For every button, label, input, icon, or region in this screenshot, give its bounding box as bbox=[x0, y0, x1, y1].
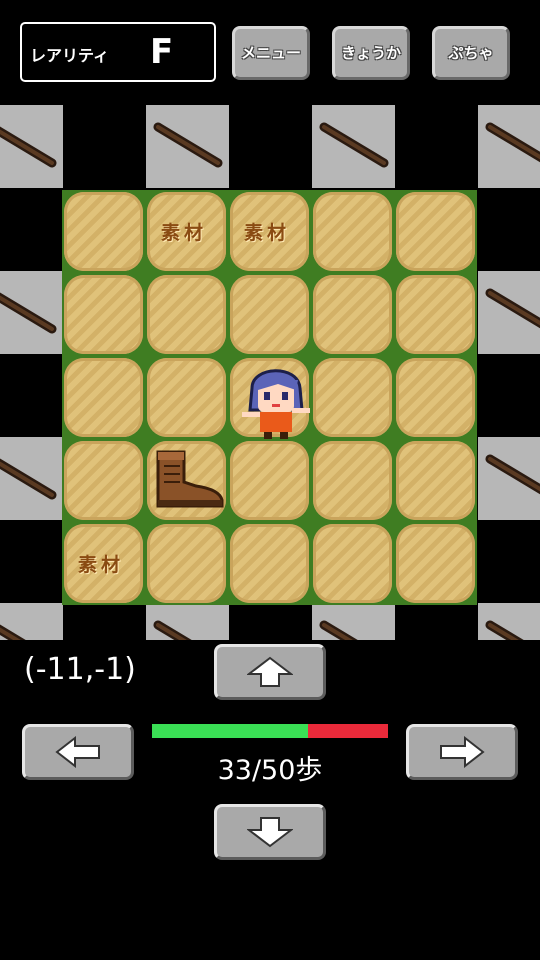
stick-tile bbox=[312, 105, 395, 188]
stick-tile bbox=[0, 437, 63, 520]
stick-tile bbox=[0, 603, 63, 640]
dark-tile bbox=[0, 354, 63, 437]
stick-tile bbox=[0, 105, 63, 188]
rarity-panel: レアリティ F bbox=[20, 22, 216, 82]
steps-bar-fill bbox=[152, 724, 308, 738]
field-tile bbox=[230, 524, 309, 603]
dark-tile bbox=[63, 603, 146, 640]
arrow-up-icon bbox=[247, 656, 293, 687]
field-tile bbox=[147, 524, 226, 603]
field-tile bbox=[313, 192, 392, 271]
move-down-button[interactable] bbox=[214, 804, 326, 860]
field-tile bbox=[396, 275, 475, 354]
dark-tile bbox=[478, 354, 540, 437]
material-label[interactable]: 素材 bbox=[78, 550, 124, 577]
stick-tile bbox=[478, 437, 540, 520]
move-right-button[interactable] bbox=[406, 724, 518, 780]
stick-tile bbox=[478, 603, 540, 640]
move-up-button[interactable] bbox=[214, 644, 326, 700]
field-tile bbox=[396, 441, 475, 520]
steps-bar bbox=[152, 724, 388, 738]
stick-tile bbox=[478, 271, 540, 354]
stick-tile bbox=[146, 105, 229, 188]
enhance-button[interactable]: きょうか bbox=[332, 26, 410, 80]
dark-tile bbox=[0, 520, 63, 603]
stick-tile bbox=[478, 105, 540, 188]
stick-icon bbox=[153, 122, 223, 168]
field-tile bbox=[313, 524, 392, 603]
dark-tile bbox=[478, 188, 540, 271]
field-tile bbox=[230, 441, 309, 520]
stick-icon bbox=[485, 620, 524, 640]
arrow-right-icon bbox=[440, 736, 485, 768]
material-label[interactable]: 素材 bbox=[244, 218, 290, 245]
boots-icon[interactable] bbox=[150, 448, 226, 510]
stick-tile bbox=[0, 271, 63, 354]
rarity-label: レアリティ bbox=[30, 46, 110, 65]
field-tile bbox=[64, 275, 143, 354]
steps-counter: 33/50歩 bbox=[217, 755, 323, 786]
dark-tile bbox=[63, 105, 146, 188]
move-left-button[interactable] bbox=[22, 724, 134, 780]
field-tile bbox=[313, 275, 392, 354]
field-tile bbox=[147, 275, 226, 354]
menu-button[interactable]: メニュー bbox=[232, 26, 310, 80]
arrow-left-icon bbox=[55, 736, 100, 768]
rarity-value: F bbox=[150, 32, 174, 72]
stick-icon bbox=[485, 454, 540, 495]
stick-icon bbox=[485, 122, 540, 163]
dark-tile bbox=[229, 603, 312, 640]
stick-icon bbox=[319, 620, 358, 640]
field-tile bbox=[230, 275, 309, 354]
field-tile bbox=[313, 358, 392, 437]
field-tile bbox=[313, 441, 392, 520]
gacha-button[interactable]: ぷちゃ bbox=[432, 26, 510, 80]
girl-character-icon bbox=[242, 369, 310, 439]
game-board: 素材 素材 素材 bbox=[0, 105, 540, 640]
field-tile bbox=[64, 192, 143, 271]
stick-icon bbox=[0, 458, 57, 500]
arrow-down-icon bbox=[247, 817, 293, 848]
stick-tile bbox=[146, 603, 229, 640]
stick-icon bbox=[319, 122, 389, 168]
stick-icon bbox=[0, 624, 26, 640]
field-tile bbox=[396, 524, 475, 603]
field-tile bbox=[396, 192, 475, 271]
dark-tile bbox=[0, 188, 63, 271]
stick-icon bbox=[0, 292, 57, 334]
stick-icon bbox=[485, 288, 540, 329]
dark-tile bbox=[395, 105, 478, 188]
stick-icon bbox=[153, 620, 192, 640]
field-tile bbox=[64, 441, 143, 520]
field-tile bbox=[396, 358, 475, 437]
field-tile bbox=[147, 358, 226, 437]
stick-icon bbox=[0, 126, 57, 168]
material-label[interactable]: 素材 bbox=[161, 218, 207, 245]
dark-tile bbox=[395, 603, 478, 640]
field-tile bbox=[64, 358, 143, 437]
stick-tile bbox=[312, 603, 395, 640]
coordinates-display: (-11,-1) bbox=[24, 652, 136, 687]
dark-tile bbox=[478, 520, 540, 603]
dark-tile bbox=[229, 105, 312, 188]
